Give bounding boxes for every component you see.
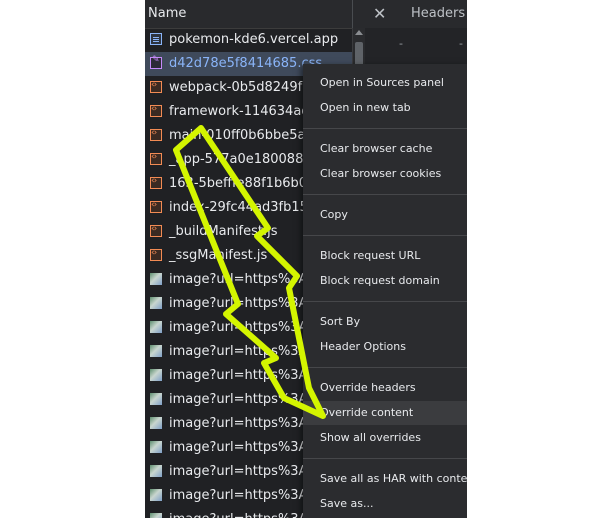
menu-separator: [303, 367, 467, 368]
scroll-up-icon[interactable]: [355, 30, 363, 35]
menu-item-label: Sort By: [320, 315, 361, 328]
menu-item-label: Override headers: [320, 381, 416, 394]
image-thumbnail-icon: [150, 441, 162, 453]
request-name: main-010ff0b6bbe5ac8f: [169, 128, 326, 143]
request-name: 163-5befffe88f1b6b0.js: [169, 176, 322, 191]
request-row[interactable]: pokemon-kde6.vercel.app: [145, 28, 352, 52]
request-name: _buildManifest.js: [169, 224, 278, 239]
menu-separator: [303, 194, 467, 195]
image-thumbnail-icon: [150, 489, 162, 501]
menu-item-label: Block request domain: [320, 274, 440, 287]
menu-item-show-all-overrides[interactable]: Show all overrides: [303, 426, 467, 450]
menu-item-label: Save as...: [320, 497, 374, 510]
menu-item-clear-browser-cache[interactable]: Clear browser cache: [303, 137, 467, 161]
menu-item-label: Clear browser cache: [320, 142, 433, 155]
menu-item-save-all-as-har-with-content[interactable]: Save all as HAR with content: [303, 467, 467, 491]
image-thumbnail-icon: [150, 465, 162, 477]
menu-item-label: Open in Sources panel: [320, 76, 444, 89]
menu-item-label: Override content: [320, 406, 414, 419]
menu-item-clear-browser-cookies[interactable]: Clear browser cookies: [303, 162, 467, 186]
column-divider: [352, 0, 353, 28]
image-thumbnail-icon: [150, 345, 162, 357]
script-icon: [150, 104, 162, 117]
request-name: pokemon-kde6.vercel.app: [169, 32, 339, 47]
close-icon[interactable]: ✕: [373, 0, 386, 28]
menu-item-label: Save all as HAR with content: [320, 472, 467, 485]
image-thumbnail-icon: [150, 393, 162, 405]
menu-item-block-request-domain[interactable]: Block request domain: [303, 269, 467, 293]
document-icon: [150, 33, 162, 45]
menu-item-sort-by[interactable]: Sort By: [303, 310, 467, 334]
script-icon: [150, 128, 162, 141]
menu-item-label: Copy: [320, 208, 348, 221]
image-thumbnail-icon: [150, 297, 162, 309]
image-thumbnail-icon: [150, 417, 162, 429]
request-table-header: Name ✕ Headers: [145, 0, 467, 29]
menu-item-copy[interactable]: Copy: [303, 203, 467, 227]
script-icon: [150, 224, 162, 237]
menu-item-override-headers[interactable]: Override headers: [303, 376, 467, 400]
image-thumbnail-icon: [150, 273, 162, 285]
tab-headers[interactable]: Headers: [411, 0, 465, 28]
script-icon: [150, 152, 162, 165]
context-menu: Open in Sources panel Open in new tab Clea…: [303, 64, 467, 518]
image-thumbnail-icon: [150, 321, 162, 333]
devtools-network-panel: Name ✕ Headers pokemon-kde6.vercel.app d4…: [145, 0, 467, 518]
menu-item-block-request-url[interactable]: Block request URL: [303, 244, 467, 268]
menu-item-label: Block request URL: [320, 249, 421, 262]
menu-separator: [303, 235, 467, 236]
menu-separator: [303, 458, 467, 459]
empty-value: -: [459, 37, 463, 50]
name-column-header[interactable]: Name: [148, 0, 186, 28]
menu-separator: [303, 128, 467, 129]
menu-item-save-as[interactable]: Save as...: [303, 492, 467, 516]
empty-value: -: [399, 37, 403, 50]
request-name: _ssgManifest.js: [169, 248, 268, 263]
script-icon: [150, 200, 162, 213]
menu-item-label: Clear browser cookies: [320, 167, 442, 180]
menu-separator: [303, 301, 467, 302]
script-icon: [150, 248, 162, 261]
menu-item-label: Show all overrides: [320, 431, 421, 444]
script-icon: [150, 80, 162, 93]
menu-item-header-options[interactable]: Header Options: [303, 335, 467, 359]
stylesheet-icon: [150, 55, 162, 69]
image-thumbnail-icon: [150, 369, 162, 381]
request-name: d42d78e5f8414685.css: [169, 56, 323, 71]
script-icon: [150, 176, 162, 189]
request-name: index-29fc44ad3fb15b: [169, 200, 317, 215]
menu-item-label: Open in new tab: [320, 101, 411, 114]
menu-item-label: Header Options: [320, 340, 406, 353]
menu-item-open-in-new-tab[interactable]: Open in new tab: [303, 96, 467, 120]
menu-item-override-content[interactable]: Override content: [303, 401, 467, 425]
image-thumbnail-icon: [150, 513, 162, 518]
menu-item-open-in-sources-panel[interactable]: Open in Sources panel: [303, 71, 467, 95]
